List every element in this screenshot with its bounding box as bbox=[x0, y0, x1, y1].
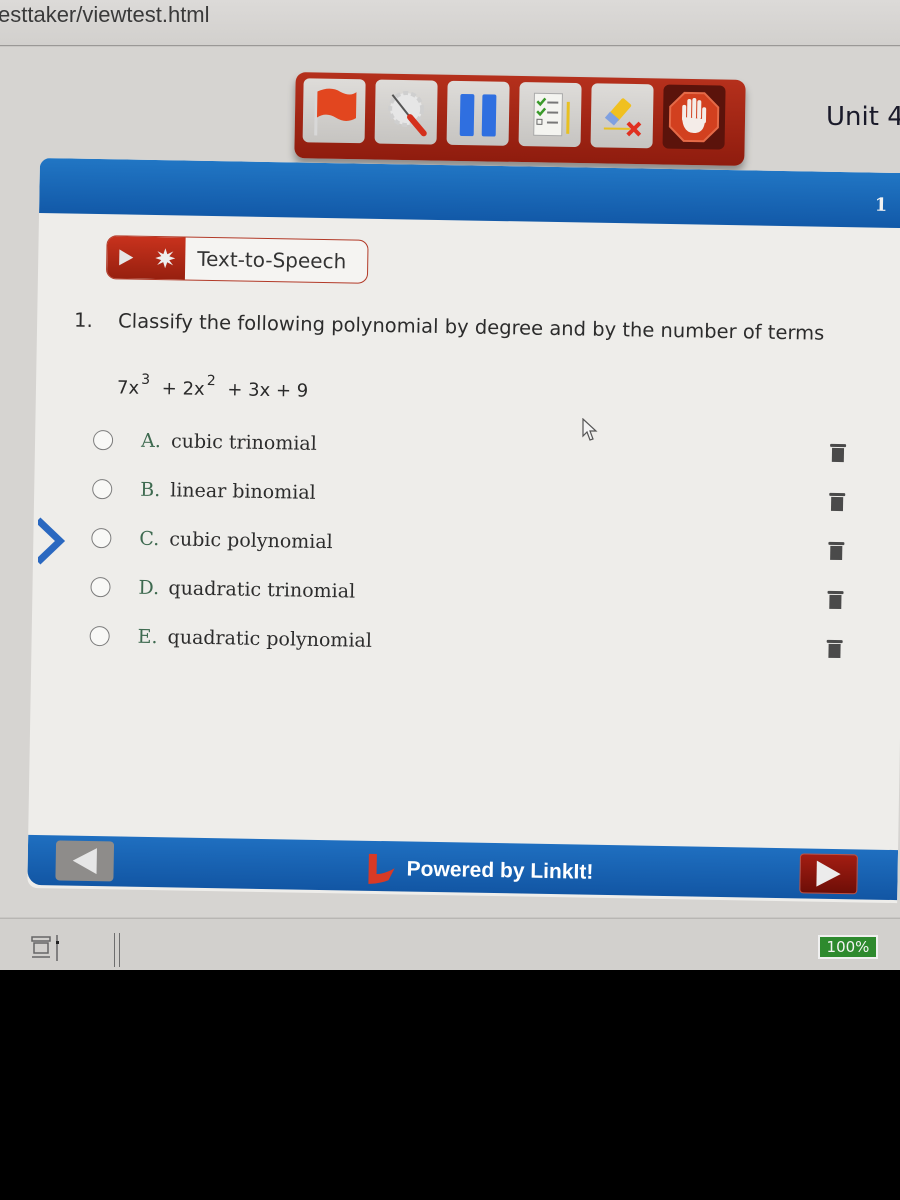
choice-text: cubic trinomial bbox=[170, 430, 318, 455]
choice-letter: A. bbox=[140, 429, 162, 453]
arrow-left-icon bbox=[72, 848, 97, 875]
tools-button[interactable] bbox=[374, 79, 438, 145]
screen: esttaker/viewtest.html Unit 4 1 Text-to-… bbox=[0, 0, 900, 970]
layout-icon[interactable] bbox=[30, 933, 70, 963]
zoom-level[interactable]: 100% bbox=[818, 935, 878, 959]
text-to-speech-button[interactable]: Text-to-Speech bbox=[105, 235, 369, 284]
choice-letter: B. bbox=[140, 478, 161, 502]
status-bar: 100% bbox=[0, 918, 900, 970]
unit-title: Unit 4 bbox=[826, 102, 900, 132]
question-prompt: 1. Classify the following polynomial by … bbox=[74, 309, 854, 345]
stop-hand-icon bbox=[668, 91, 720, 143]
radio-button[interactable] bbox=[92, 429, 114, 451]
flag-button[interactable] bbox=[302, 78, 366, 144]
radio-button[interactable] bbox=[92, 478, 113, 500]
test-toolbar bbox=[294, 72, 746, 166]
answer-choice-b[interactable]: B. linear binomial bbox=[92, 474, 852, 517]
eliminate-trash-icon[interactable] bbox=[827, 640, 841, 658]
powered-by: Powered by LinkIt! bbox=[364, 852, 594, 890]
choice-letter: D. bbox=[138, 576, 160, 600]
review-button[interactable] bbox=[518, 81, 582, 148]
eliminate-trash-icon[interactable] bbox=[829, 542, 843, 560]
mouse-cursor-icon bbox=[582, 418, 598, 441]
answer-choice-e[interactable]: E. quadratic polynomial bbox=[89, 621, 849, 664]
question-number: 1. bbox=[73, 308, 93, 332]
previous-question-button[interactable] bbox=[55, 840, 115, 882]
eraser-icon bbox=[603, 98, 642, 137]
pause-icon bbox=[459, 93, 497, 137]
answer-choice-c[interactable]: C. cubic polynomial bbox=[91, 523, 851, 566]
url-text: esttaker/viewtest.html bbox=[0, 2, 210, 27]
polynomial-expression: 7x 3 + 2x 2 + 3x + 9 bbox=[116, 371, 309, 402]
page-number: 1 bbox=[874, 194, 888, 216]
choice-text: quadratic trinomial bbox=[168, 577, 356, 603]
question-text: Classify the following polynomial by deg… bbox=[117, 309, 825, 345]
choice-text: cubic polynomial bbox=[169, 528, 333, 554]
choice-text: quadratic polynomial bbox=[167, 626, 373, 652]
eliminate-trash-icon[interactable] bbox=[831, 444, 845, 462]
checklist-icon bbox=[533, 92, 570, 137]
term-1-exponent: 3 bbox=[141, 371, 151, 388]
question-panel: 1 Text-to-Speech 1. Classify the followi… bbox=[27, 158, 900, 904]
linkit-logo-icon bbox=[368, 853, 395, 884]
term-2: + 2x bbox=[161, 378, 205, 400]
eliminate-trash-icon[interactable] bbox=[828, 591, 842, 609]
choice-text: linear binomial bbox=[170, 479, 316, 504]
flag-icon bbox=[314, 88, 357, 136]
tts-controls bbox=[106, 236, 186, 280]
answer-choice-a[interactable]: A. cubic trinomial bbox=[92, 425, 853, 468]
tts-label: Text-to-Speech bbox=[197, 246, 347, 274]
splitter-handle[interactable] bbox=[114, 933, 120, 967]
pause-button[interactable] bbox=[446, 80, 510, 146]
eraser-button[interactable] bbox=[590, 83, 654, 149]
next-question-button[interactable] bbox=[799, 853, 858, 895]
radio-button[interactable] bbox=[89, 625, 110, 647]
tools-icon bbox=[388, 91, 427, 137]
address-bar[interactable]: esttaker/viewtest.html bbox=[0, 0, 900, 46]
arrow-right-icon bbox=[816, 860, 841, 887]
stop-button[interactable] bbox=[662, 84, 726, 150]
remaining-terms: + 3x + 9 bbox=[227, 379, 309, 402]
radio-button[interactable] bbox=[91, 527, 112, 549]
choice-letter: C. bbox=[139, 527, 160, 551]
eliminate-trash-icon[interactable] bbox=[830, 493, 844, 511]
choice-letter: E. bbox=[137, 625, 158, 649]
question-navigator-chevron-icon[interactable] bbox=[38, 516, 74, 566]
play-icon[interactable] bbox=[118, 248, 134, 266]
settings-burst-icon[interactable] bbox=[154, 248, 175, 269]
radio-button[interactable] bbox=[90, 576, 111, 598]
term-2-exponent: 2 bbox=[206, 372, 216, 390]
term-1: 7x bbox=[116, 377, 140, 399]
answer-choice-d[interactable]: D. quadratic trinomial bbox=[90, 572, 850, 615]
powered-by-text: Powered by LinkIt! bbox=[406, 857, 594, 884]
